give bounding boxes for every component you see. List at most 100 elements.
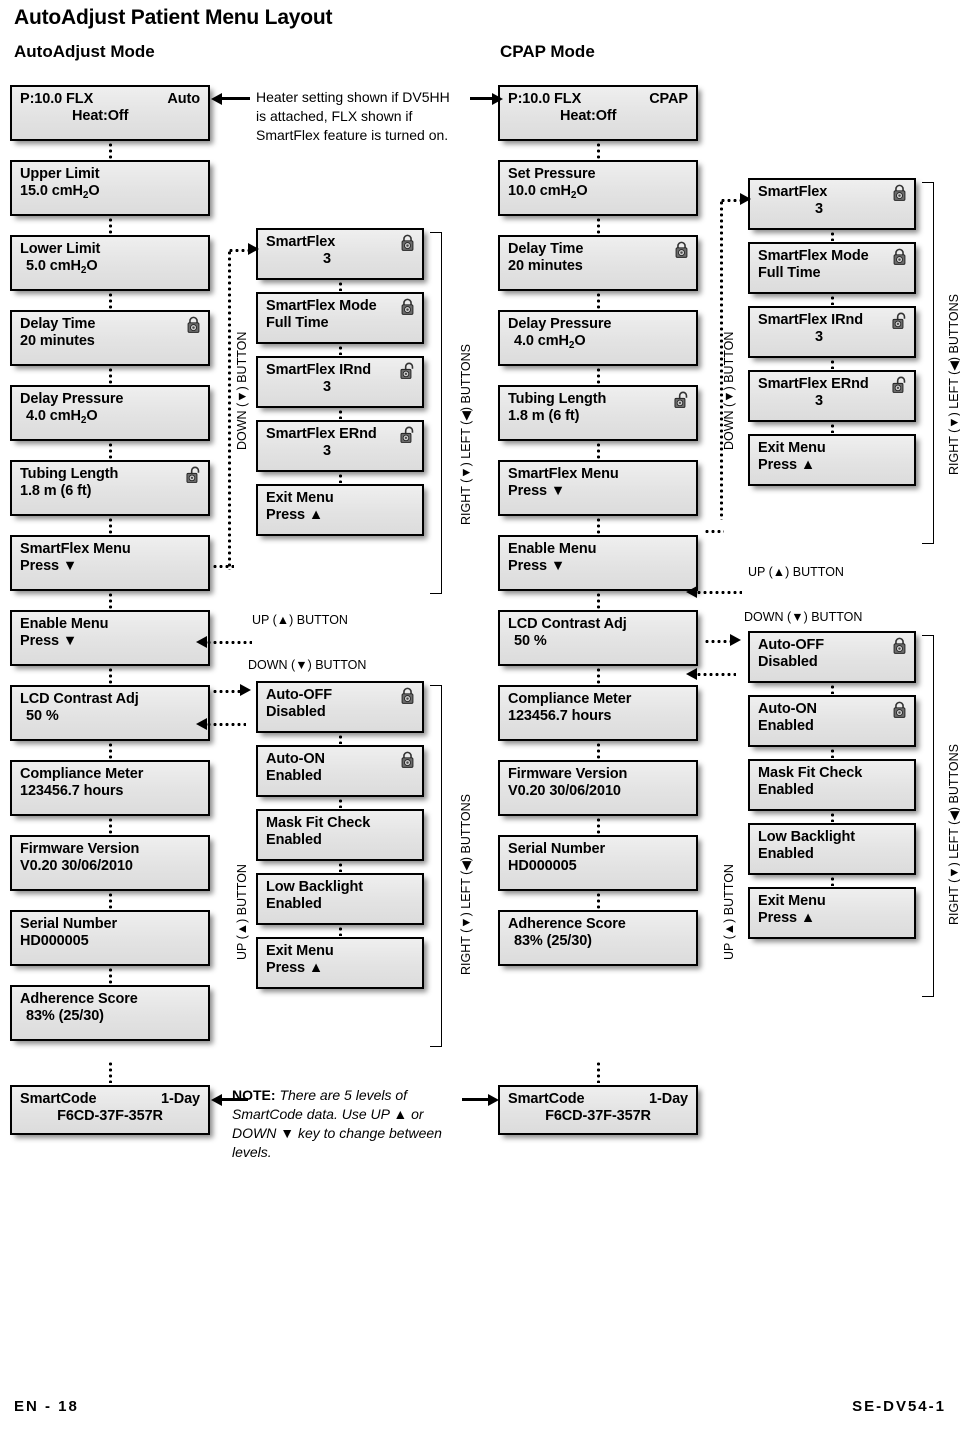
lcd-autoadjust-main[interactable]: Upper Limit 15.0 cmH2O (10, 160, 210, 216)
lcd-cpap-smartflex[interactable]: SmartFlex ERnd 3 (748, 370, 916, 422)
lcd-cpap-enable[interactable]: Auto-ON Enabled (748, 695, 916, 747)
lcd-cpap-main[interactable]: Compliance Meter 123456.7 hours (498, 685, 698, 741)
lcd-cpap-enable[interactable]: Mask Fit Check Enabled (748, 759, 916, 811)
lcd-autoadjust-smartflex[interactable]: Exit Menu Press ▲ (256, 484, 424, 536)
page-root: AutoAdjust Patient Menu Layout AutoAdjus… (0, 0, 960, 1438)
connector-dots (830, 423, 834, 433)
connector-dots (108, 892, 112, 909)
connector-dots (338, 798, 342, 808)
footer-doc-code: SE-DV54-1 (852, 1398, 946, 1415)
lcd-autoadjust-enable[interactable]: Low Backlight Enabled (256, 873, 424, 925)
lcd-cpap-main[interactable]: Firmware Version V0.20 30/06/2010 (498, 760, 698, 816)
lcd-line-2: HD000005 (508, 858, 577, 874)
lock-closed-icon (400, 298, 415, 315)
lcd-line-2: Press ▼ (20, 558, 78, 574)
label-up-button-cpap: UP (▲) BUTTON (748, 565, 844, 579)
dotted-cpap-smartflex-path-h2 (720, 199, 742, 202)
lcd-autoadjust-smartcode[interactable]: SmartCode 1-Day F6CD-37F-357R (10, 1085, 210, 1135)
lcd-cpap-main[interactable]: Adherence Score 83% (25/30) (498, 910, 698, 966)
lcd-autoadjust-main[interactable]: Firmware Version V0.20 30/06/2010 (10, 835, 210, 891)
lcd-line-2: 3 (815, 201, 823, 217)
lcd-line-1: P:10.0 FLX Auto (20, 91, 200, 108)
lcd-line-1-left: P:10.0 FLX (20, 91, 94, 107)
lcd-autoadjust-main[interactable]: Lower Limit 5.0 cmH2O (10, 235, 210, 291)
lcd-cpap-main[interactable]: LCD Contrast Adj 50 % (498, 610, 698, 666)
lcd-cpap-main[interactable]: Delay Pressure 4.0 cmH2O (498, 310, 698, 366)
lcd-line-2: Disabled (758, 654, 818, 670)
lcd-cpap-main[interactable]: Set Pressure 10.0 cmH2O (498, 160, 698, 216)
lcd-autoadjust-enable[interactable]: Auto-OFF Disabled (256, 681, 424, 733)
lcd-autoadjust-main[interactable]: Serial Number HD000005 (10, 910, 210, 966)
lcd-line-1: SmartCode 1-Day (20, 1091, 200, 1108)
lcd-autoadjust-main[interactable]: P:10.0 FLX Auto Heat:Off (10, 85, 210, 141)
lcd-cpap-main[interactable]: Delay Time 20 minutes (498, 235, 698, 291)
lcd-cpap-enable[interactable]: Low Backlight Enabled (748, 823, 916, 875)
lcd-line-2: Disabled (266, 704, 326, 720)
lcd-line-1-right: 1-Day (161, 1091, 200, 1107)
lcd-line-2: Heat:Off (560, 108, 617, 124)
arrowhead-cpap-smartflex-entry (740, 193, 751, 205)
lcd-autoadjust-main[interactable]: LCD Contrast Adj 50 % (10, 685, 210, 741)
lcd-cpap-enable[interactable]: Auto-OFF Disabled (748, 631, 916, 683)
lcd-line-1: Compliance Meter (20, 766, 144, 782)
lcd-autoadjust-main[interactable]: Enable Menu Press ▼ (10, 610, 210, 666)
lcd-autoadjust-smartflex[interactable]: SmartFlex ERnd 3 (256, 420, 424, 472)
vlabel-rightleft-cpap-smartflex: RIGHT (▼) LEFT (◀) BUTTONS (947, 293, 960, 475)
lcd-line-1: Upper Limit (20, 166, 100, 182)
lcd-autoadjust-main[interactable]: Tubing Length 1.8 m (6 ft) (10, 460, 210, 516)
lcd-autoadjust-main[interactable]: Compliance Meter 123456.7 hours (10, 760, 210, 816)
lcd-line-1: Compliance Meter (508, 691, 632, 707)
lcd-cpap-main[interactable]: Serial Number HD000005 (498, 835, 698, 891)
lcd-autoadjust-enable[interactable]: Mask Fit Check Enabled (256, 809, 424, 861)
lcd-cpap-main[interactable]: Enable Menu Press ▼ (498, 535, 698, 591)
lcd-line-2: 123456.7 hours (508, 708, 612, 724)
lcd-line-1: SmartFlex Menu (508, 466, 619, 482)
lcd-cpap-main[interactable]: SmartFlex Menu Press ▼ (498, 460, 698, 516)
lcd-autoadjust-enable[interactable]: Auto-ON Enabled (256, 745, 424, 797)
lcd-autoadjust-smartflex[interactable]: SmartFlex 3 (256, 228, 424, 280)
lcd-line-2: 50 % (514, 633, 547, 649)
lcd-line-1: Exit Menu (758, 440, 826, 456)
connector-dots (338, 345, 342, 355)
lcd-line-2: V0.20 30/06/2010 (20, 858, 133, 874)
lcd-line-1: LCD Contrast Adj (508, 616, 627, 632)
bracket-autoadjust-smartflex (430, 232, 442, 594)
lcd-line-1: Delay Pressure (508, 316, 612, 332)
arrowhead-cpap-enable-entry (730, 634, 741, 646)
lcd-cpap-main[interactable]: P:10.0 FLX CPAP Heat:Off (498, 85, 698, 141)
lcd-line-1: Mask Fit Check (758, 765, 863, 781)
lcd-autoadjust-enable[interactable]: Exit Menu Press ▲ (256, 937, 424, 989)
connector-dots (830, 359, 834, 369)
connector-dots (108, 142, 112, 159)
lcd-cpap-smartflex[interactable]: SmartFlex 3 (748, 178, 916, 230)
label-up-button-autoadjust: UP (▲) BUTTON (252, 613, 348, 627)
lcd-line-2: 1.8 m (6 ft) (20, 483, 92, 499)
lcd-cpap-smartcode[interactable]: SmartCode 1-Day F6CD-37F-357R (498, 1085, 698, 1135)
lcd-autoadjust-smartflex[interactable]: SmartFlex IRnd 3 (256, 356, 424, 408)
lcd-line-2: Enabled (266, 768, 322, 784)
lcd-autoadjust-main[interactable]: Adherence Score 83% (25/30) (10, 985, 210, 1041)
lcd-line-1: Adherence Score (508, 916, 626, 932)
lcd-cpap-smartflex[interactable]: SmartFlex Mode Full Time (748, 242, 916, 294)
lcd-line-2: 123456.7 hours (20, 783, 124, 799)
lcd-cpap-smartflex[interactable]: SmartFlex IRnd 3 (748, 306, 916, 358)
lcd-autoadjust-main[interactable]: Delay Time 20 minutes (10, 310, 210, 366)
lcd-autoadjust-main[interactable]: Delay Pressure 4.0 cmH2O (10, 385, 210, 441)
vlabel-down-autoadjust-main: DOWN (▼) BUTTON (235, 331, 249, 450)
lcd-autoadjust-main[interactable]: SmartFlex Menu Press ▼ (10, 535, 210, 591)
lcd-autoadjust-smartflex[interactable]: SmartFlex Mode Full Time (256, 292, 424, 344)
connector-dots (830, 231, 834, 241)
lcd-cpap-enable[interactable]: Exit Menu Press ▲ (748, 887, 916, 939)
dotted-autoadjust-exit-1 (206, 641, 252, 644)
lcd-line-1: Low Backlight (758, 829, 855, 845)
lcd-cpap-main[interactable]: Tubing Length 1.8 m (6 ft) (498, 385, 698, 441)
vlabel-down-cpap-main: DOWN (▼) BUTTON (722, 331, 736, 450)
lcd-line-2: 83% (25/30) (514, 933, 592, 949)
lcd-cpap-smartflex[interactable]: Exit Menu Press ▲ (748, 434, 916, 486)
lcd-line-1: Firmware Version (20, 841, 140, 857)
lcd-line-2: Enabled (266, 896, 322, 912)
connector-dots (338, 281, 342, 291)
lcd-line-1-left: SmartCode (20, 1091, 97, 1107)
label-down-button-cpap: DOWN (▼) BUTTON (744, 610, 863, 624)
lcd-line-2: 4.0 cmH2O (26, 408, 98, 426)
